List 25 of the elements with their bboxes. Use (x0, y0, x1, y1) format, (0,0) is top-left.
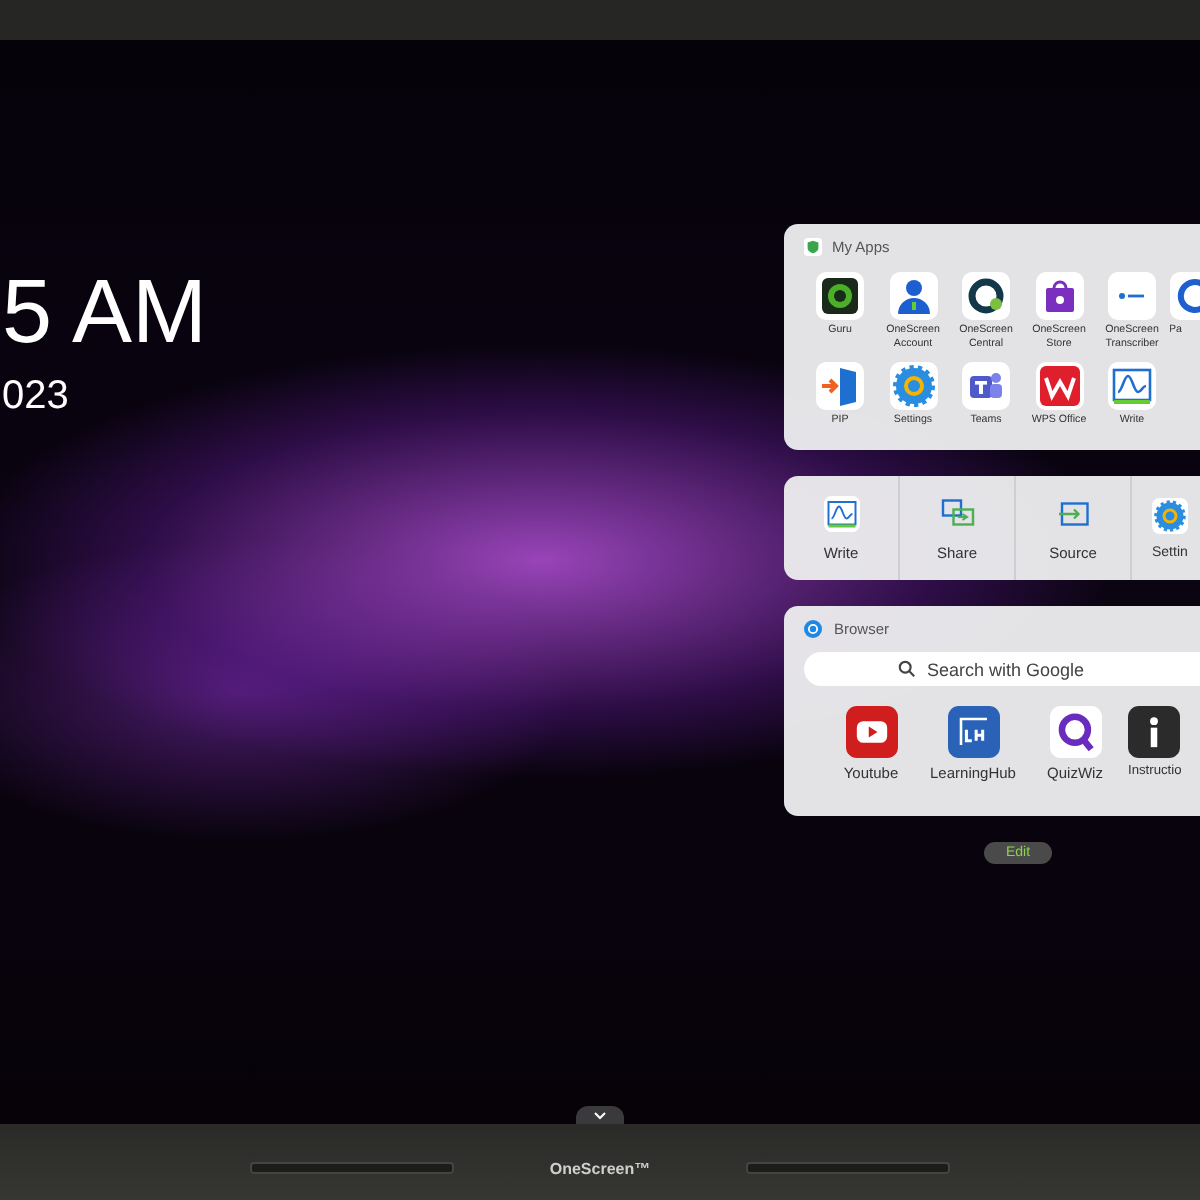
zigzag-tile-icon (1035, 362, 1083, 410)
clock-time: 5 AM (2, 266, 210, 358)
info-icon (1128, 706, 1180, 758)
magnifier-ring-icon (1049, 706, 1101, 758)
globe-icon (804, 619, 822, 637)
bracket-tile-icon (947, 706, 999, 758)
wave-board-icon (823, 495, 859, 531)
drawer-handle[interactable] (576, 1106, 624, 1124)
play-icon (845, 706, 897, 758)
search-icon (897, 660, 915, 678)
shield-icon (804, 237, 822, 255)
transcriber-icon (1108, 272, 1156, 320)
people-tile-icon (962, 362, 1010, 410)
target-icon (816, 272, 864, 320)
wave-board-icon (1108, 362, 1156, 410)
ring-icon (962, 272, 1010, 320)
gear-icon (889, 362, 937, 410)
person-icon (889, 272, 937, 320)
shopping-bag-icon (1035, 272, 1083, 320)
screens-icon (939, 495, 975, 531)
clock-date: 023 (2, 374, 71, 418)
chevron-down-icon (594, 1111, 606, 1119)
search-field[interactable]: Search with Google (927, 659, 1087, 679)
brand-logo: OneScreen™ (549, 1159, 651, 1177)
gear-icon (1152, 497, 1188, 533)
